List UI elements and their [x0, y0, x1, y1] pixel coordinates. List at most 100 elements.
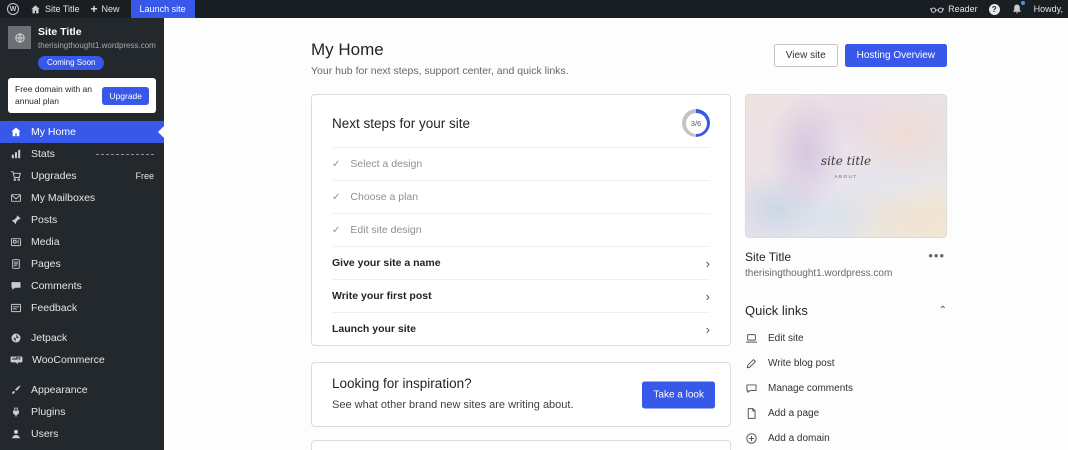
chevron-right-icon: › [705, 321, 710, 337]
quick-links-title: Quick links [745, 303, 808, 318]
domain-upsell-banner: Free domain with an annual plan Upgrade [8, 78, 156, 114]
wordpress-logo-icon: W [7, 3, 19, 15]
quick-link-write-blog-post[interactable]: Write blog post [745, 351, 947, 376]
take-a-look-button[interactable]: Take a look [642, 381, 715, 408]
sidebar-site-card[interactable]: Site Title therisingthought1.wordpress.c… [0, 18, 164, 70]
hosting-overview-button[interactable]: Hosting Overview [844, 44, 947, 67]
sidebar-item-my-mailboxes[interactable]: My Mailboxes [0, 187, 164, 209]
coming-soon-badge: Coming Soon [38, 55, 105, 70]
sidebar-item-label: Feedback [31, 302, 78, 315]
sidebar-item-plugins[interactable]: Plugins [0, 401, 164, 423]
site-preview-thumbnail[interactable]: site title ABOUT [745, 94, 947, 238]
bell-icon [1011, 3, 1023, 15]
chevron-right-icon: › [705, 288, 710, 304]
wordpress-logo-menu[interactable]: W [7, 0, 19, 18]
sidebar-item-pages[interactable]: Pages [0, 253, 164, 275]
notification-dot [1020, 1, 1025, 5]
laptop-icon [745, 334, 758, 343]
task-label: Launch your site [332, 323, 417, 335]
sidebar-item-feedback[interactable]: Feedback [0, 297, 164, 319]
reader-link[interactable]: Reader [930, 0, 978, 18]
quick-link-label: Manage comments [768, 383, 854, 394]
sidebar-item-label: Stats [31, 148, 55, 161]
launch-site-label: Launch site [139, 4, 186, 14]
sidebar-item-label: Users [31, 428, 59, 441]
sidebar-item-posts[interactable]: Posts [0, 209, 164, 231]
sidebar-site-domain: therisingthought1.wordpress.com [38, 40, 156, 50]
aside-site-domain: therisingthought1.wordpress.com [745, 268, 893, 279]
task-launch-your-site[interactable]: Launch your site › [332, 312, 710, 345]
inspiration-card: Looking for inspiration? See what other … [311, 362, 731, 427]
launch-site-button[interactable]: Launch site [130, 0, 195, 18]
task-select-a-design[interactable]: ✓ Select a design [332, 147, 710, 180]
sidebar-item-media[interactable]: Media [0, 231, 164, 253]
reader-label: Reader [948, 4, 978, 14]
home-icon [30, 4, 41, 15]
page-subtitle: Your hub for next steps, support center,… [311, 65, 569, 77]
sidebar-item-label: Plugins [31, 406, 66, 419]
chevron-up-icon: ⌃ [938, 305, 947, 316]
howdy-menu[interactable]: Howdy, [1034, 0, 1063, 18]
sidebar-item-stats[interactable]: Stats [0, 143, 164, 165]
adminbar-new-menu[interactable]: + New [91, 0, 120, 18]
task-write-your-first-post[interactable]: Write your first post › [332, 279, 710, 312]
next-steps-title: Next steps for your site [332, 115, 471, 131]
domain-upsell-text: Free domain with an annual plan [15, 84, 93, 106]
adminbar-site-title: Site Title [45, 4, 80, 14]
next-steps-card: Next steps for your site 3/6 ✓ Select a … [311, 94, 731, 346]
view-site-button[interactable]: View site [773, 44, 838, 67]
sidebar: Site Title therisingthought1.wordpress.c… [0, 18, 164, 450]
check-icon: ✓ [332, 224, 341, 236]
task-label: Edit site design [350, 224, 422, 236]
sidebar-item-appearance[interactable]: Appearance [0, 379, 164, 401]
check-icon: ✓ [332, 191, 341, 203]
help-button[interactable]: ? [988, 3, 1000, 15]
reader-glasses-icon [930, 4, 944, 15]
ellipsis-menu-icon[interactable]: ••• [926, 249, 947, 262]
task-choose-a-plan[interactable]: ✓ Choose a plan [332, 180, 710, 213]
stats-sparkline [96, 153, 154, 155]
quick-link-manage-comments[interactable]: Manage comments [745, 376, 947, 401]
pencil-icon [746, 359, 756, 369]
task-label: Choose a plan [350, 191, 419, 203]
sidebar-item-my-home[interactable]: My Home [0, 121, 164, 144]
sidebar-item-comments[interactable]: Comments [0, 275, 164, 297]
task-edit-site-design[interactable]: ✓ Edit site design [332, 213, 710, 246]
adminbar-site-menu[interactable]: Site Title [30, 0, 80, 18]
partial-card [311, 440, 731, 450]
sidebar-item-users[interactable]: Users [0, 423, 164, 445]
upgrade-button[interactable]: Upgrade [102, 86, 149, 105]
admin-bar: W Site Title + New Launch site Reader ? [0, 0, 1068, 18]
quick-link-add-a-domain[interactable]: Add a domain [745, 426, 947, 450]
preview-nav-label: ABOUT [834, 173, 858, 179]
plus-icon: + [90, 2, 98, 16]
chevron-right-icon: › [705, 255, 710, 271]
comment-icon [746, 384, 757, 393]
sidebar-item-label: Posts [31, 214, 58, 227]
sidebar-item-label: Media [31, 236, 60, 249]
task-give-your-site-a-name[interactable]: Give your site a name › [332, 246, 710, 279]
plus-circle-icon [746, 433, 757, 444]
check-icon: ✓ [332, 158, 341, 170]
sidebar-item-upgrades[interactable]: Upgrades Free [0, 165, 164, 187]
sidebar-item-label: My Mailboxes [31, 192, 96, 205]
quick-link-label: Add a domain [768, 433, 830, 444]
quick-links-header[interactable]: Quick links ⌃ [745, 303, 947, 318]
quick-link-label: Write blog post [768, 358, 835, 369]
task-label: Give your site a name [332, 257, 441, 269]
upgrades-plan-badge: Free [135, 171, 154, 182]
sidebar-site-title: Site Title [38, 26, 82, 38]
notifications-button[interactable] [1011, 1, 1025, 15]
site-icon-avatar [8, 26, 31, 49]
quick-link-label: Edit site [768, 333, 804, 344]
sidebar-item-label: Appearance [31, 384, 88, 397]
quick-link-add-a-page[interactable]: Add a page [745, 401, 947, 426]
sidebar-item-label: Upgrades [31, 170, 77, 183]
sidebar-item-woocommerce[interactable]: WooCommerce [0, 349, 164, 371]
preview-site-title: site title [820, 153, 872, 168]
sidebar-nav: My Home Stats Upgrades Free My Mailboxes… [0, 121, 164, 445]
quick-link-edit-site[interactable]: Edit site [745, 326, 947, 351]
sidebar-item-label: WooCommerce [32, 354, 105, 367]
quick-link-label: Add a page [768, 408, 820, 419]
sidebar-item-jetpack[interactable]: Jetpack [0, 327, 164, 349]
